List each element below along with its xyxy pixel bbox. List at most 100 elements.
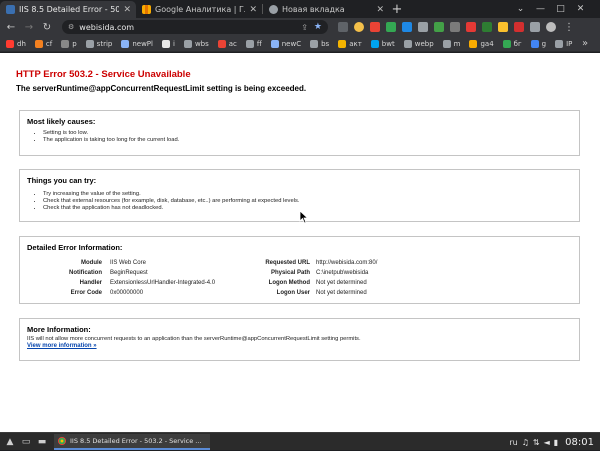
show-desktop-icon[interactable]: ▭ <box>18 434 34 450</box>
tab-new-tab[interactable]: Новая вкладка ✕ <box>263 1 389 18</box>
detail-value: IIS Web Core <box>110 260 146 266</box>
close-tab-icon[interactable]: ✕ <box>249 5 257 15</box>
extension-icon[interactable] <box>418 22 428 32</box>
shield-icon[interactable] <box>386 22 396 32</box>
reload-icon[interactable]: ↻ <box>40 20 54 34</box>
notifications-icon[interactable]: ♫ <box>522 438 529 447</box>
new-tab-button[interactable]: + <box>389 1 405 18</box>
site-info-icon[interactable]: ⚙ <box>68 23 74 31</box>
bookmark-favicon <box>469 39 478 48</box>
files-icon[interactable]: ▬ <box>34 434 50 450</box>
table-row: Notification BeginRequest Physical Path … <box>27 270 572 280</box>
bookmark-label: IP <box>566 39 573 48</box>
start-menu-icon[interactable]: ▲ <box>2 434 18 450</box>
bookmark-favicon <box>338 39 347 48</box>
bookmark-m[interactable]: m <box>442 39 461 48</box>
address-bar[interactable]: ⚙ webisida.com ⇪ ★ <box>62 20 328 34</box>
bookmark-ga4[interactable]: ga4 <box>469 39 494 48</box>
more-bookmarks-icon[interactable]: » <box>578 37 592 51</box>
tab-search-icon[interactable]: ⌄ <box>514 2 527 15</box>
close-tab-icon[interactable]: ✕ <box>123 5 131 15</box>
bookmark-favicon <box>370 39 379 48</box>
window-controls: ⌄ — □ ✕ <box>514 2 587 15</box>
close-window-icon[interactable]: ✕ <box>574 2 587 15</box>
bookmark-ff[interactable]: ff <box>245 39 262 48</box>
bookmark-label: bwt <box>381 39 395 48</box>
mouse-cursor-icon <box>299 210 309 224</box>
extension-icon[interactable] <box>338 22 348 32</box>
bookmark-akt[interactable]: акт <box>338 39 362 48</box>
keyboard-layout[interactable]: ru <box>509 438 517 447</box>
menu-kebab-icon[interactable]: ⋮ <box>562 20 576 34</box>
bookmark-favicon <box>61 39 70 48</box>
bookmark-newc[interactable]: newC <box>270 39 301 48</box>
extension-icon[interactable] <box>450 22 460 32</box>
extension-icon[interactable] <box>402 22 412 32</box>
extension-icon[interactable] <box>498 22 508 32</box>
extension-icon[interactable] <box>514 22 524 32</box>
bookmark-i[interactable]: i <box>161 39 175 48</box>
bookmark-bg[interactable]: бг <box>502 39 522 48</box>
tab-title: IIS 8.5 Detailed Error - 503.2 - Ser <box>19 5 120 14</box>
network-icon[interactable]: ⇅ <box>533 438 540 447</box>
list-item: Try increasing the value of the setting. <box>43 191 299 198</box>
extension-icon[interactable] <box>466 22 476 32</box>
bookmark-p[interactable]: p <box>61 39 77 48</box>
share-icon[interactable]: ⇪ <box>301 23 308 32</box>
detail-value: C:\inetpub\webisida <box>316 270 369 276</box>
bookmark-cf[interactable]: cf <box>34 39 53 48</box>
tab-iis-error[interactable]: IIS 8.5 Detailed Error - 503.2 - Ser ✕ <box>0 1 136 18</box>
maximize-icon[interactable]: □ <box>554 2 567 15</box>
extension-icon[interactable] <box>434 22 444 32</box>
detail-value: Not yet determined <box>316 290 367 296</box>
taskbar: ▲ ▭ ▬ IIS 8.5 Detailed Error - 503.2 - S… <box>0 432 600 450</box>
chrome-icon <box>58 436 66 445</box>
list-item: Setting is too low. <box>43 130 179 137</box>
detail-label: Logon Method <box>268 280 310 286</box>
details-section: Detailed Error Information: Module IIS W… <box>19 236 580 304</box>
tab-title: Новая вкладка <box>282 5 345 14</box>
bookmark-dh[interactable]: dh <box>6 39 26 48</box>
bookmark-label: m <box>453 39 461 48</box>
taskbar-task-chrome[interactable]: IIS 8.5 Detailed Error - 503.2 - Service… <box>54 433 210 450</box>
volume-icon[interactable]: ◄ <box>544 438 550 447</box>
bookmark-bwt[interactable]: bwt <box>370 39 395 48</box>
analytics-icon <box>142 5 151 14</box>
extension-icon[interactable] <box>354 22 364 32</box>
bookmark-star-icon[interactable]: ★ <box>314 22 322 32</box>
minimize-icon[interactable]: — <box>534 2 547 15</box>
forward-icon[interactable]: → <box>22 20 36 34</box>
bookmark-label: strip <box>96 39 113 48</box>
bookmark-strip[interactable]: strip <box>85 39 113 48</box>
bookmark-favicon <box>270 39 279 48</box>
detail-label: Error Code <box>70 290 102 296</box>
puzzle-icon[interactable] <box>530 22 540 32</box>
taskbar-task-title: IIS 8.5 Detailed Error - 503.2 - Service… <box>70 436 202 445</box>
close-tab-icon[interactable]: ✕ <box>376 5 384 15</box>
address-url[interactable]: webisida.com <box>79 23 301 32</box>
bookmark-webp[interactable]: webp <box>403 39 434 48</box>
bookmark-wbs[interactable]: wbs <box>183 39 209 48</box>
view-more-info-link[interactable]: View more information » <box>27 343 97 349</box>
extension-icon[interactable] <box>482 22 492 32</box>
battery-icon[interactable]: ▮ <box>554 438 558 447</box>
bookmark-bs[interactable]: bs <box>310 39 329 48</box>
tab-google-analytics[interactable]: Google Аналитика | Главная ✕ <box>136 1 262 18</box>
list-item: Check that external resources (for examp… <box>43 198 299 205</box>
bookmark-ac[interactable]: ac <box>217 39 237 48</box>
profile-avatar[interactable] <box>546 22 556 32</box>
extension-icon[interactable] <box>370 22 380 32</box>
back-icon[interactable]: ← <box>4 20 18 34</box>
bookmark-newpl[interactable]: newPl <box>121 39 153 48</box>
bookmark-g[interactable]: g <box>530 39 546 48</box>
clock[interactable]: 08:01 <box>565 437 594 448</box>
causes-section: Most likely causes: Setting is too low. … <box>19 110 580 156</box>
list-item: Check that the application has not deadl… <box>43 205 299 212</box>
bookmark-label: cf <box>45 39 53 48</box>
bookmark-label: dh <box>17 39 26 48</box>
bookmark-ip[interactable]: IP <box>555 39 573 48</box>
bookmark-label: ga4 <box>480 39 494 48</box>
more-info-text: IIS will not allow more concurrent reque… <box>27 336 361 342</box>
detail-label: Handler <box>79 280 102 286</box>
causes-list: Setting is too low. The application is t… <box>43 130 179 144</box>
